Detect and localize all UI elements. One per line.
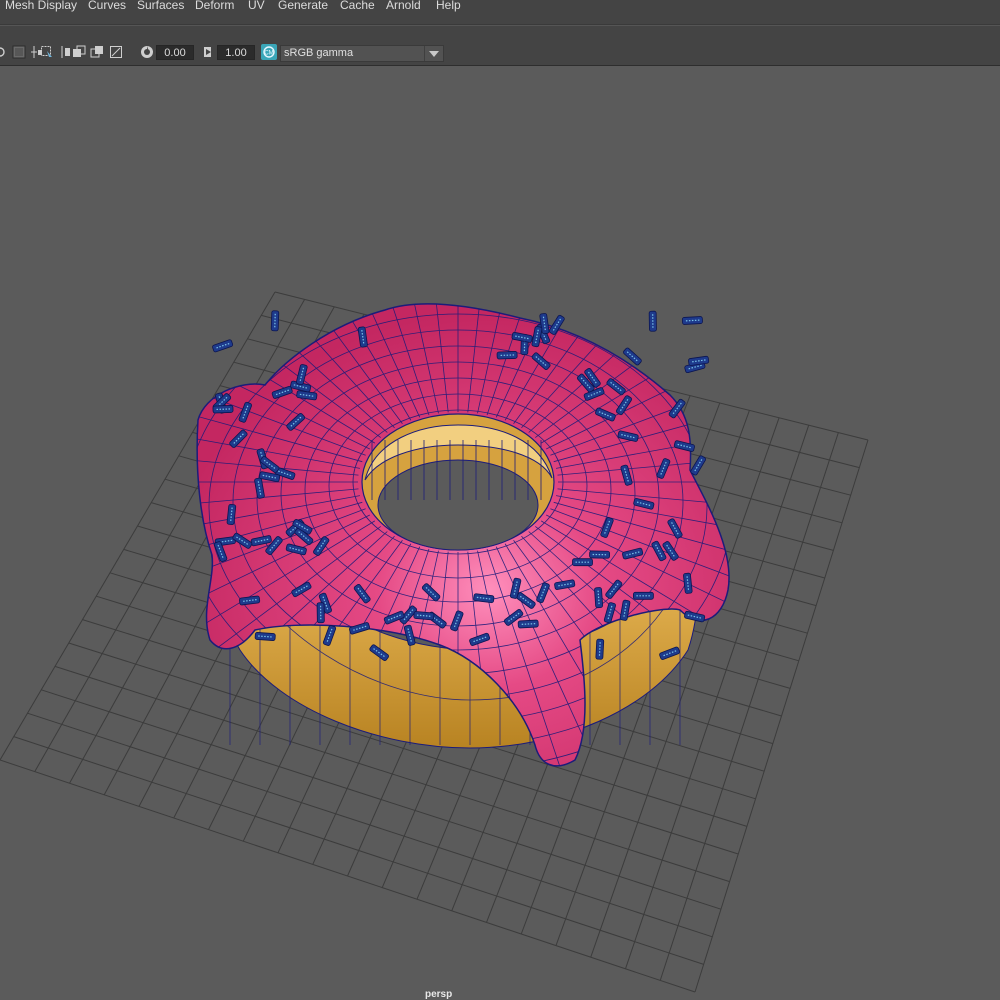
sprinkle [572, 558, 593, 567]
sprinkle [681, 316, 703, 325]
sprinkle [212, 405, 234, 414]
grid-line [27, 712, 713, 938]
sprinkle [517, 619, 539, 629]
camera-name-label: persp [425, 989, 453, 1000]
sprinkle [254, 632, 276, 641]
sprinkle [688, 355, 710, 366]
perspective-viewport[interactable] [0, 66, 1000, 1000]
grid-line [0, 759, 696, 993]
sprinkle [648, 310, 657, 332]
sprinkle [633, 591, 654, 600]
sprinkle [413, 611, 435, 621]
viewport-scene [0, 291, 869, 993]
sprinkle [212, 339, 234, 353]
sprinkle [690, 455, 707, 476]
sprinkle [496, 351, 518, 360]
sprinkle [589, 550, 611, 559]
sprinkle [270, 310, 280, 332]
sprinkle [594, 587, 604, 609]
grid-line [13, 736, 704, 965]
sprinkle [595, 638, 605, 660]
grid-line [694, 439, 869, 993]
sprinkle [316, 602, 325, 624]
